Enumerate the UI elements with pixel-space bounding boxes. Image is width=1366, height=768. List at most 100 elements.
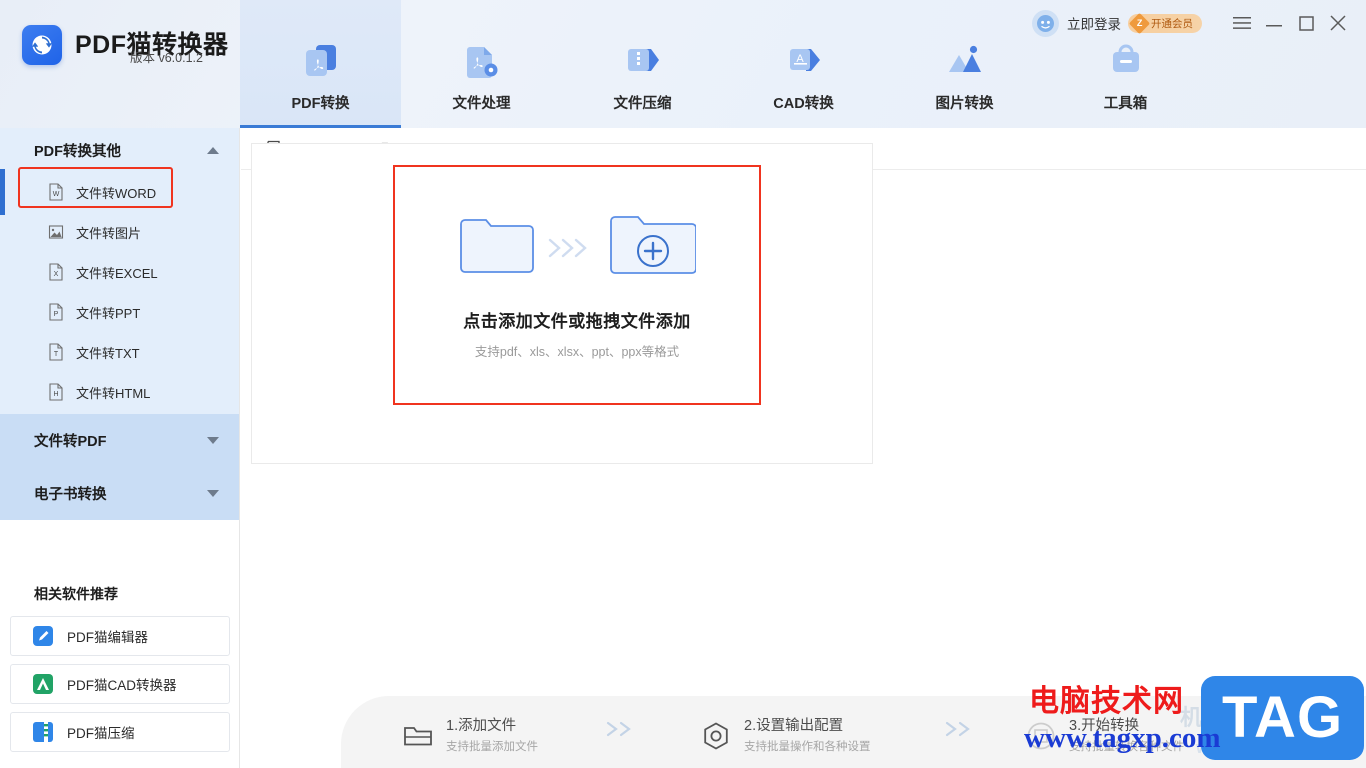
chevron-up-icon[interactable] — [207, 146, 219, 154]
tab-label: 文件压缩 — [613, 96, 672, 112]
recommend-list: PDF猫编辑器 PDF猫CAD转换器 PDF猫压缩 — [10, 616, 230, 760]
recommend-item-pdfcat-editor[interactable]: PDF猫编辑器 — [10, 616, 230, 656]
hamburger-menu-icon[interactable] — [1228, 9, 1256, 37]
sidebar-item-file-to-word[interactable]: W 文件转WORD — [0, 169, 239, 215]
tab-label: 文件处理 — [452, 96, 511, 112]
step-arrow-1 — [604, 720, 638, 738]
sidebar-group-header[interactable]: PDF转换其他 — [0, 128, 239, 172]
step-start-convert: 3.开始转换 支持批量转换各种文件 — [1026, 717, 1184, 754]
image-convert-icon — [943, 38, 987, 84]
sidebar-group-file-to-pdf[interactable]: 文件转PDF — [0, 414, 239, 467]
close-icon[interactable] — [1324, 9, 1352, 37]
header-actions: 立即登录 Z 开通会员 — [1032, 9, 1352, 37]
sidebar-item-label: 文件转图片 — [76, 225, 142, 241]
dropzone-title: 点击添加文件或拖拽文件添加 — [463, 312, 691, 331]
toolbox-icon — [1104, 38, 1148, 84]
tab-label: PDF转换 — [291, 96, 350, 112]
steps-bar: 1.添加文件 支持批量添加文件 2.设置输出配置 支持批量操作和各种设置 3.开… — [341, 696, 1366, 768]
sidebar-group-ebook-convert[interactable]: 电子书转换 — [0, 467, 239, 520]
sidebar-item-label: 文件转EXCEL — [76, 265, 158, 281]
tab-file-compress[interactable]: 文件压缩 — [562, 0, 723, 128]
tab-label: CAD转换 — [773, 96, 834, 112]
sidebar: PDF转换其他 W 文件转WORD 文件转图片 X 文件转EXCEL P 文件转… — [0, 128, 240, 768]
step-title: 3.开始转换 — [1069, 718, 1140, 734]
file-compress-icon — [621, 38, 665, 84]
pdfcat-editor-icon — [33, 626, 53, 646]
svg-text:P: P — [54, 311, 59, 318]
svg-text:X: X — [54, 271, 59, 278]
ppt-file-icon: P — [47, 303, 65, 321]
sidebar-group-label: PDF转换其他 — [34, 143, 121, 160]
svg-text:W: W — [53, 191, 60, 198]
tab-label: 工具箱 — [1103, 96, 1148, 112]
tab-cad-convert[interactable]: A CAD转换 — [723, 0, 884, 128]
chevron-down-icon[interactable] — [207, 490, 219, 497]
chevrons-right-icon — [546, 235, 598, 261]
recommend-item-label: PDF猫编辑器 — [67, 630, 148, 645]
sidebar-item-file-to-image[interactable]: 文件转图片 — [0, 212, 239, 252]
step-title: 1.添加文件 — [446, 718, 517, 734]
dropzone-graphic — [458, 210, 697, 285]
recommend-title: 相关软件推荐 — [34, 586, 118, 602]
chevron-down-icon[interactable] — [207, 437, 219, 444]
html-file-icon: H — [47, 383, 65, 401]
settings-step-icon — [701, 721, 731, 751]
folder-add-icon — [608, 210, 697, 285]
pdfcat-logo-icon — [22, 25, 62, 65]
convert-step-icon — [1026, 721, 1056, 751]
folder-step-icon — [403, 721, 433, 751]
tab-pdf-convert[interactable]: PDF转换 — [240, 0, 401, 128]
svg-text:H: H — [53, 391, 58, 398]
step-output-config: 2.设置输出配置 支持批量操作和各种设置 — [701, 717, 871, 754]
recommend-item-pdfcat-cad[interactable]: PDF猫CAD转换器 — [10, 664, 230, 704]
tab-label: 图片转换 — [935, 96, 994, 112]
sidebar-item-file-to-txt[interactable]: T 文件转TXT — [0, 332, 239, 372]
dropzone-subtitle: 支持pdf、xls、xlsx、ppt、ppx等格式 — [474, 345, 680, 359]
vip-badge-mark: Z — [1136, 17, 1143, 28]
sidebar-item-label: 文件转WORD — [76, 185, 157, 201]
step-arrow-2 — [943, 720, 977, 738]
sidebar-group-label: 文件转PDF — [34, 434, 107, 450]
sidebar-item-label: 文件转PPT — [76, 305, 141, 321]
sidebar-item-file-to-excel[interactable]: X 文件转EXCEL — [0, 252, 239, 292]
vip-upgrade-badge[interactable]: Z 开通会员 — [1128, 12, 1202, 34]
sidebar-item-label: 文件转TXT — [76, 345, 140, 361]
pdfcat-compress-icon — [33, 722, 53, 742]
tab-image-convert[interactable]: 图片转换 — [884, 0, 1045, 128]
pdfcat-cad-icon — [33, 674, 53, 694]
sidebar-item-file-to-html[interactable]: H 文件转HTML — [0, 372, 239, 412]
txt-file-icon: T — [47, 343, 65, 361]
sidebar-item-file-to-ppt[interactable]: P 文件转PPT — [0, 292, 239, 332]
step-title: 2.设置输出配置 — [744, 718, 844, 734]
maximize-icon[interactable] — [1292, 9, 1320, 37]
recommend-item-label: PDF猫CAD转换器 — [67, 678, 177, 693]
pdf-convert-icon — [299, 38, 343, 84]
image-file-icon — [47, 223, 65, 241]
step-subtitle: 支持批量转换各种文件 — [1069, 741, 1184, 754]
recommend-item-pdfcat-compress[interactable]: PDF猫压缩 — [10, 712, 230, 752]
excel-file-icon: X — [47, 263, 65, 281]
recommend-item-label: PDF猫压缩 — [67, 726, 135, 741]
file-drop-zone[interactable]: 点击添加文件或拖拽文件添加 支持pdf、xls、xlsx、ppt、ppx等格式 — [393, 165, 761, 405]
sidebar-item-label: 文件转HTML — [76, 385, 151, 401]
app-version: 版本 v6.0.1.2 — [130, 51, 203, 65]
cad-convert-icon: A — [782, 38, 826, 84]
app-header: PDF猫转换器 版本 v6.0.1.2 PDF转换 文件处理 文件压缩 A CA… — [0, 0, 1366, 128]
sidebar-group-label: 电子书转换 — [34, 487, 107, 503]
vip-diamond-icon: Z — [1128, 12, 1151, 34]
minimize-icon[interactable] — [1260, 9, 1288, 37]
step-add-file: 1.添加文件 支持批量添加文件 — [403, 717, 538, 754]
svg-text:T: T — [54, 351, 59, 358]
sidebar-group-pdf-convert-other: PDF转换其他 W 文件转WORD 文件转图片 X 文件转EXCEL P 文件转… — [0, 128, 239, 414]
folder-icon — [458, 214, 536, 281]
app-window: PDF猫转换器 版本 v6.0.1.2 PDF转换 文件处理 文件压缩 A CA… — [0, 0, 1366, 768]
step-subtitle: 支持批量添加文件 — [446, 741, 538, 754]
file-process-icon — [460, 38, 504, 84]
login-button[interactable]: 立即登录 — [1067, 13, 1121, 33]
vip-badge-label: 开通会员 — [1151, 17, 1193, 30]
step-subtitle: 支持批量操作和各种设置 — [744, 741, 871, 754]
word-file-icon: W — [47, 183, 65, 201]
file-drop-panel: 点击添加文件或拖拽文件添加 支持pdf、xls、xlsx、ppt、ppx等格式 — [251, 143, 873, 464]
user-avatar-icon[interactable] — [1032, 9, 1059, 37]
tab-file-process[interactable]: 文件处理 — [401, 0, 562, 128]
